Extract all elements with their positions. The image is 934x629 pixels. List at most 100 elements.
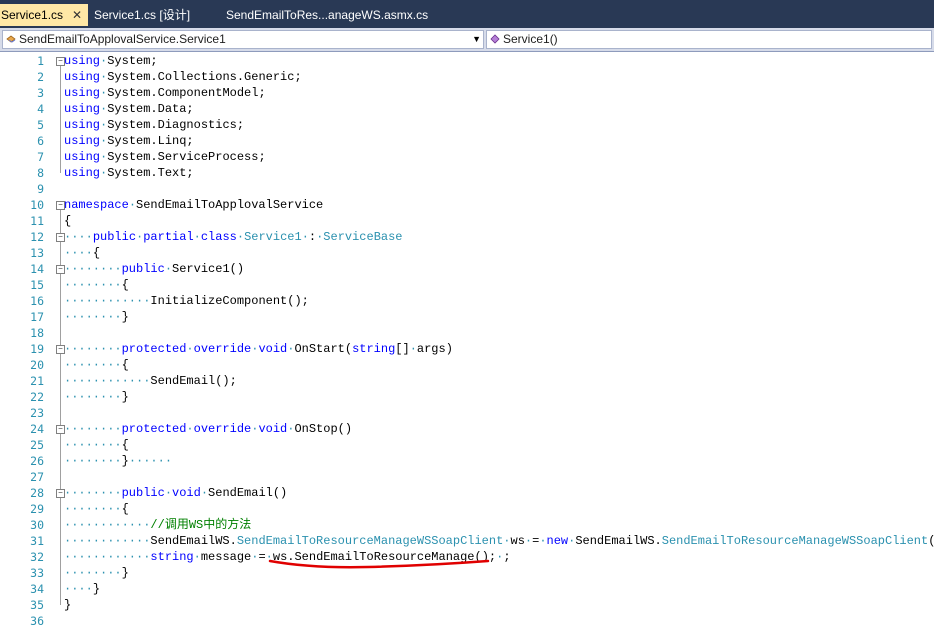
code-line[interactable]: 6 using·System.Linq; xyxy=(0,133,934,149)
code-token: { xyxy=(64,214,72,228)
code-line[interactable]: 25 ········{ xyxy=(0,437,934,453)
code-text: ········{ xyxy=(64,437,129,453)
code-line[interactable]: 18 xyxy=(0,325,934,341)
line-number: 24 xyxy=(30,422,44,436)
code-token: protected xyxy=(121,422,187,436)
code-line[interactable]: 2 using·System.Collections.Generic; xyxy=(0,69,934,85)
whitespace-marker: · xyxy=(200,486,209,500)
code-editor[interactable]: 1 using·System; 2 using·System.Collections.… xyxy=(0,52,934,628)
code-token: ServiceBase xyxy=(323,230,403,244)
line-number: 34 xyxy=(30,582,44,596)
code-text: ········public·Service1() xyxy=(64,261,244,277)
code-line[interactable]: 26 ········}······ xyxy=(0,453,934,469)
code-line[interactable]: 30 ············//调用WS中的方法 xyxy=(0,517,934,533)
line-number: 25 xyxy=(30,438,44,452)
code-line[interactable]: 22 ········} xyxy=(0,389,934,405)
code-line[interactable]: 8 using·System.Text; xyxy=(0,165,934,181)
whitespace-marker: · xyxy=(193,550,201,564)
code-line[interactable]: 9 xyxy=(0,181,934,197)
code-line[interactable]: 19 ········protected·override·void·OnStar… xyxy=(0,341,934,357)
code-token: //调用WS中的方法 xyxy=(150,518,252,532)
whitespace-marker: ········ xyxy=(64,422,122,436)
line-number: 11 xyxy=(30,214,44,228)
code-token: void xyxy=(258,342,288,356)
whitespace-marker: · xyxy=(164,262,173,276)
code-line[interactable]: 24 ········protected·override·void·OnStop… xyxy=(0,421,934,437)
line-number: 27 xyxy=(30,470,44,484)
code-token: ; xyxy=(503,550,511,564)
whitespace-marker: ···· xyxy=(64,230,93,244)
whitespace-marker: ········ xyxy=(64,566,122,580)
code-line[interactable]: 11 { xyxy=(0,213,934,229)
code-text: ············SendEmailWS.SendEmailToResou… xyxy=(64,533,934,549)
code-token: : xyxy=(308,230,317,244)
code-line[interactable]: 29 ········{ xyxy=(0,501,934,517)
code-text: using·System.Linq; xyxy=(64,133,194,149)
chevron-down-icon[interactable]: ▼ xyxy=(472,31,481,48)
line-number: 33 xyxy=(30,566,44,580)
close-icon[interactable]: ✕ xyxy=(72,4,82,26)
whitespace-marker: · xyxy=(503,534,511,548)
code-line[interactable]: 35} xyxy=(0,597,934,613)
code-token: class xyxy=(200,230,237,244)
whitespace-marker: · xyxy=(409,342,417,356)
code-line[interactable]: 4 using·System.Data; xyxy=(0,101,934,117)
line-number: 32 xyxy=(30,550,44,564)
code-line[interactable]: 3 using·System.ComponentModel; xyxy=(0,85,934,101)
code-line[interactable]: 28 ········public·void·SendEmail() xyxy=(0,485,934,501)
whitespace-marker: ············ xyxy=(64,374,151,388)
code-line[interactable]: 12 ····public·partial·class·Service1·:·Se… xyxy=(0,229,934,245)
whitespace-marker: ···· xyxy=(64,246,93,260)
code-line[interactable]: 21 ············SendEmail(); xyxy=(0,373,934,389)
code-token: using xyxy=(64,166,101,180)
line-number: 12 xyxy=(30,230,44,244)
code-token: using xyxy=(64,118,101,132)
collapse-toggle-icon[interactable]: − xyxy=(56,233,65,242)
code-text: namespace·SendEmailToApplovalService xyxy=(64,197,323,213)
code-line[interactable]: 31 ············SendEmailWS.SendEmailToRes… xyxy=(0,533,934,549)
code-token: { xyxy=(92,246,101,260)
line-number: 7 xyxy=(37,150,44,164)
collapse-toggle-icon[interactable]: − xyxy=(56,425,65,434)
line-number: 14 xyxy=(30,262,44,276)
code-line[interactable]: 20 ········{ xyxy=(0,357,934,373)
class-dropdown[interactable]: SendEmailToApplovalService.Service1 ▼ xyxy=(2,30,484,49)
method-icon xyxy=(490,34,500,44)
collapse-toggle-icon[interactable]: − xyxy=(56,489,65,498)
tab-sendemail-asmx[interactable]: SendEmailToRes...anageWS.asmx.cs xyxy=(226,4,428,26)
code-token: System.ComponentModel; xyxy=(107,86,266,100)
collapse-toggle-icon[interactable]: − xyxy=(56,201,65,210)
code-token: using xyxy=(64,150,101,164)
code-line[interactable]: 13 ····{ xyxy=(0,245,934,261)
code-token: OnStart( xyxy=(294,342,353,356)
line-number: 6 xyxy=(37,134,44,148)
tab-service1-designer[interactable]: Service1.cs [设计] xyxy=(94,4,190,26)
code-line[interactable]: 15 ········{ xyxy=(0,277,934,293)
code-text: using·System; xyxy=(64,53,158,69)
code-line[interactable]: 23 xyxy=(0,405,934,421)
member-dropdown[interactable]: Service1() xyxy=(486,30,932,49)
tab-label: SendEmailToRes...anageWS.asmx.cs xyxy=(226,8,429,22)
code-token: partial xyxy=(143,230,194,244)
code-token: SendEmailToApplovalService xyxy=(136,198,324,212)
tab-service1-cs[interactable]: Service1.cs ✕ xyxy=(0,4,88,26)
collapse-toggle-icon[interactable]: − xyxy=(56,265,65,274)
code-line[interactable]: 36 xyxy=(0,613,934,629)
collapse-toggle-icon[interactable]: − xyxy=(56,345,65,354)
code-line[interactable]: 10 namespace·SendEmailToApplovalService xyxy=(0,197,934,213)
code-line[interactable]: 16 ············InitializeComponent(); xyxy=(0,293,934,309)
code-line[interactable]: 14 ········public·Service1() xyxy=(0,261,934,277)
code-line[interactable]: 5 using·System.Diagnostics; xyxy=(0,117,934,133)
code-line[interactable]: 27 xyxy=(0,469,934,485)
whitespace-marker: ········ xyxy=(64,342,122,356)
code-token: { xyxy=(121,278,129,292)
line-number: 20 xyxy=(30,358,44,372)
code-line[interactable]: 17 ········} xyxy=(0,309,934,325)
code-line[interactable]: 7 using·System.ServiceProcess; xyxy=(0,149,934,165)
code-line[interactable]: 34 ····} xyxy=(0,581,934,597)
code-token: void xyxy=(172,486,201,500)
code-text: ········{ xyxy=(64,501,129,517)
collapse-toggle-icon[interactable]: − xyxy=(56,57,65,66)
whitespace-marker: · xyxy=(301,230,309,244)
code-line[interactable]: 1 using·System; xyxy=(0,53,934,69)
